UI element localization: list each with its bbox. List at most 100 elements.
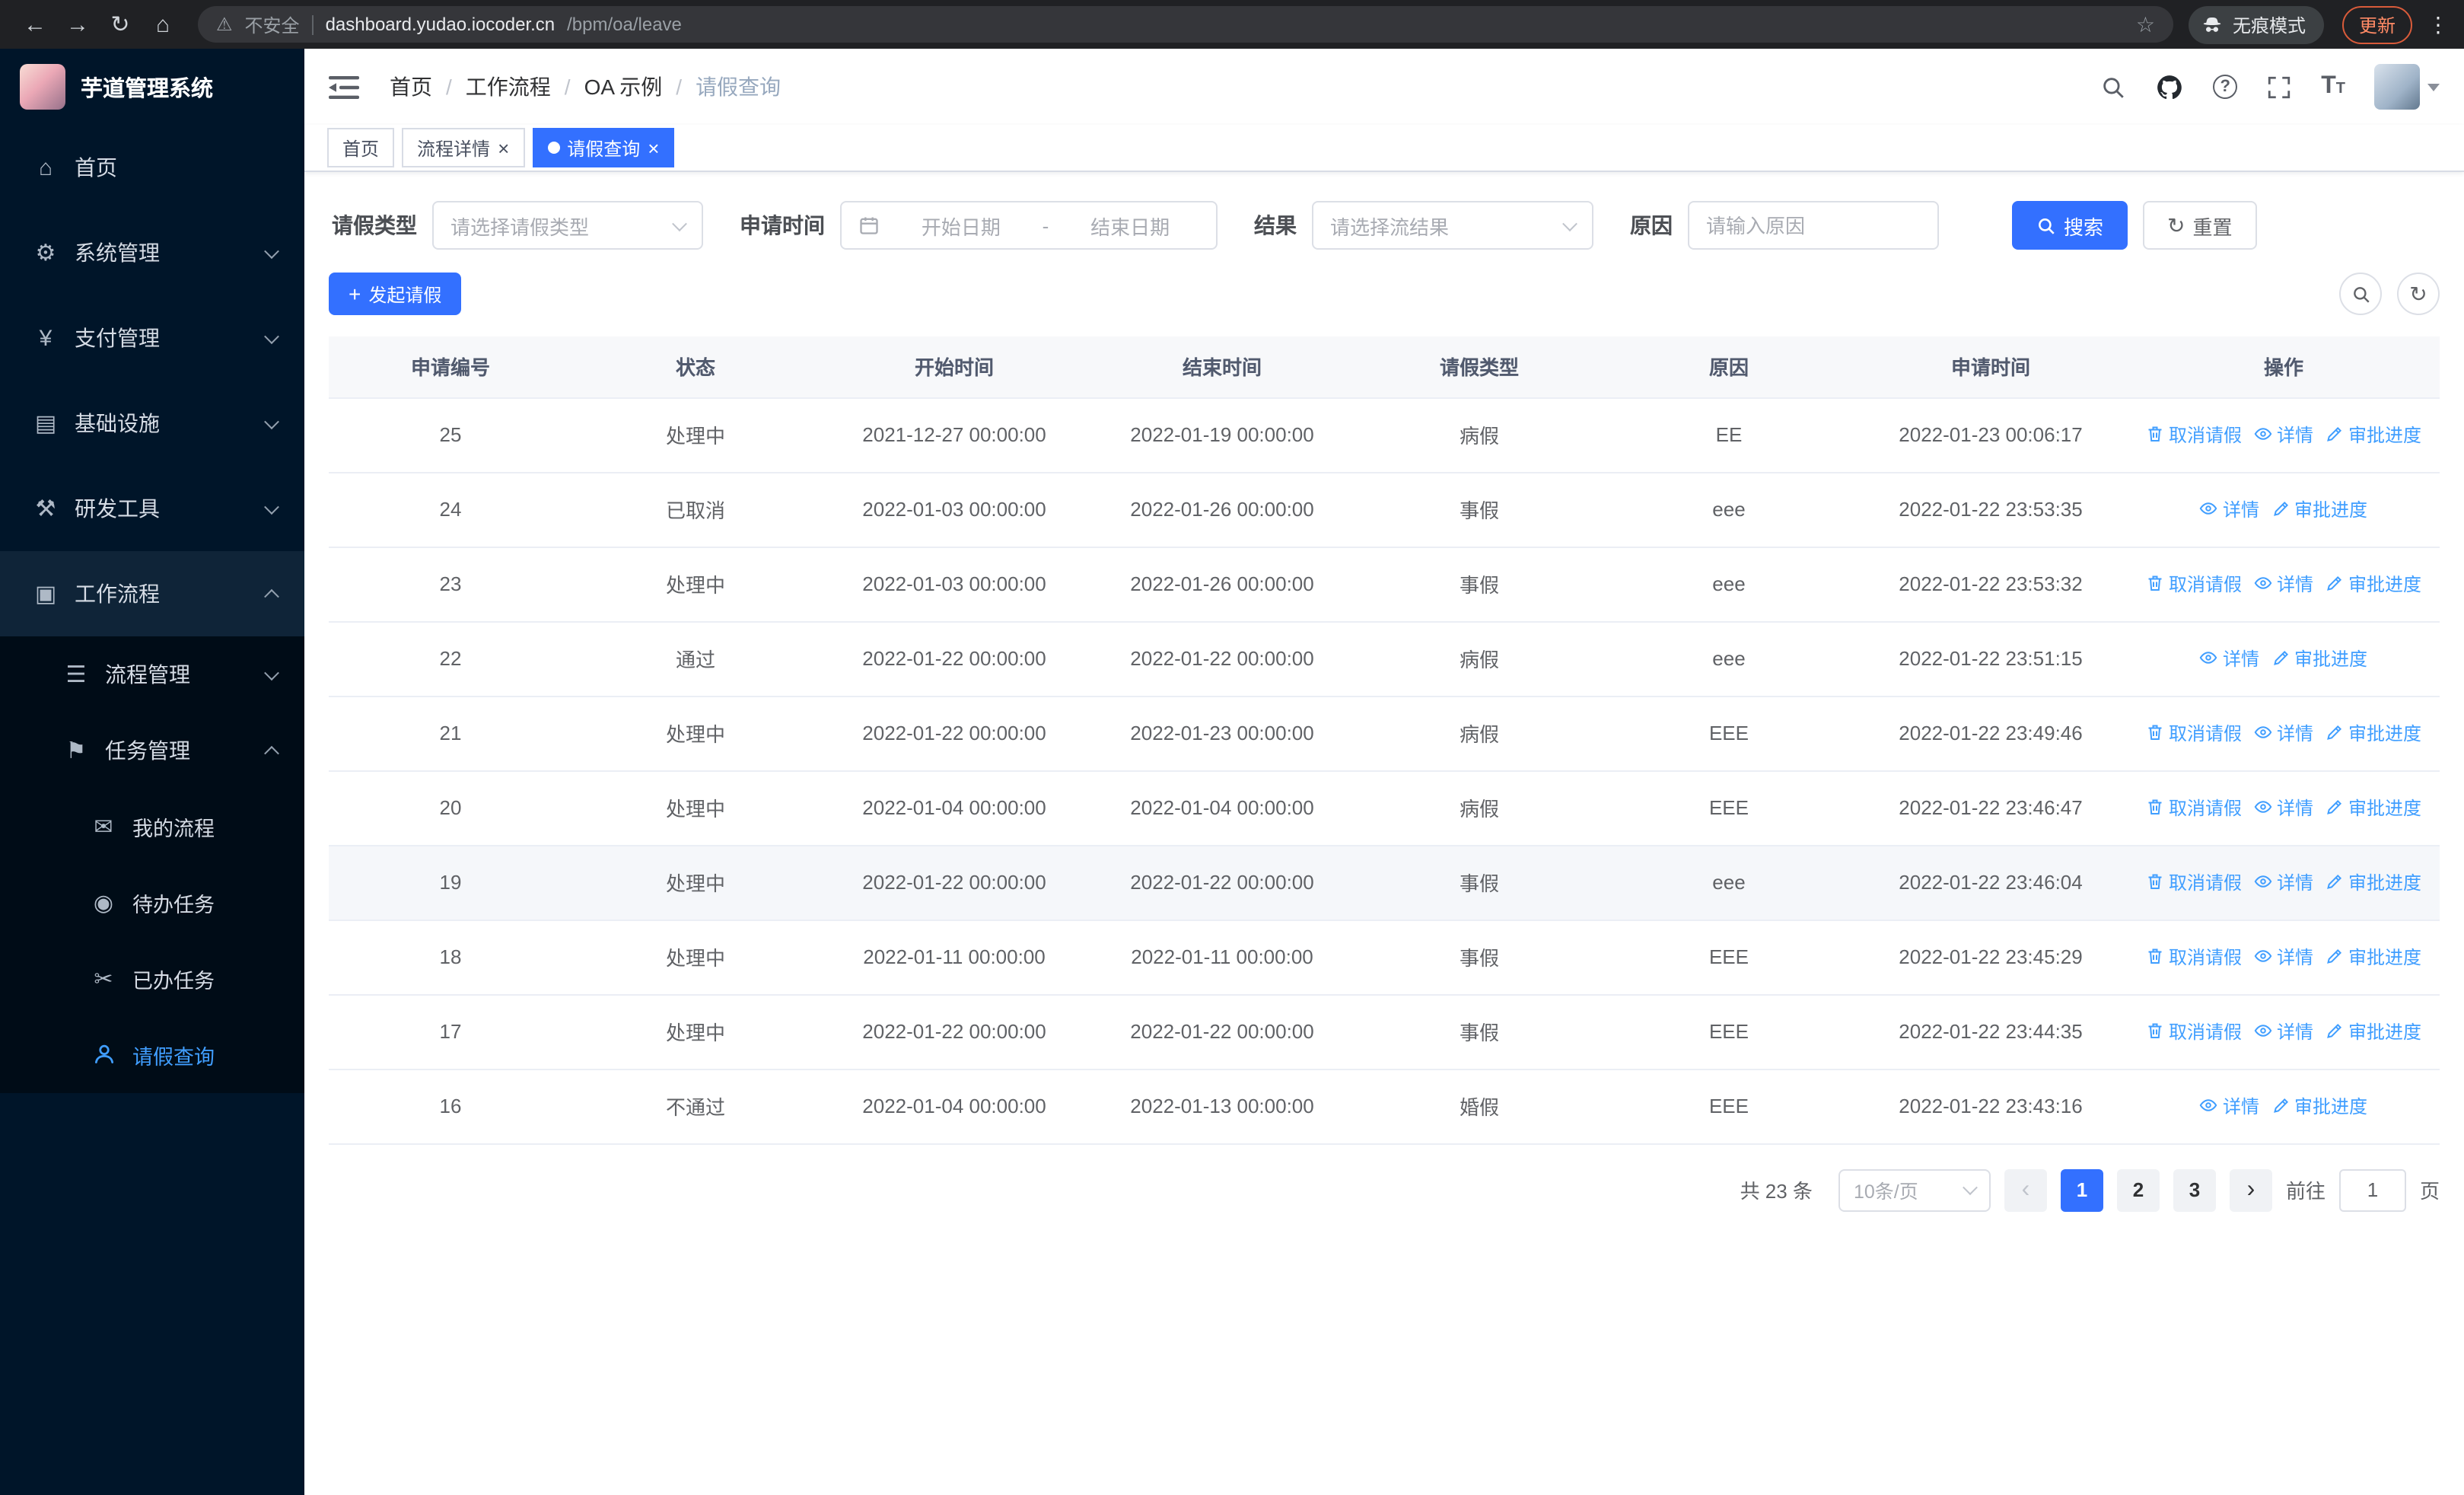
tab-item[interactable]: 首页 bbox=[327, 128, 395, 167]
address-bar[interactable]: ⚠ 不安全 dashboard.yudao.iocoder.cn/bpm/oa/… bbox=[198, 6, 2173, 43]
progress-action-link[interactable]: 审批进度 bbox=[2326, 422, 2421, 448]
browser-update-button[interactable]: 更新 bbox=[2341, 5, 2412, 43]
search-button[interactable]: 搜索 bbox=[2012, 201, 2128, 250]
sidebar-item[interactable]: ⚑ 任务管理 bbox=[0, 712, 304, 789]
url-host: dashboard.yudao.iocoder.cn bbox=[325, 14, 556, 35]
reset-button[interactable]: ↻ 重置 bbox=[2143, 201, 2257, 250]
sidebar-item[interactable]: ⌂ 首页 bbox=[0, 125, 304, 210]
progress-action-link[interactable]: 审批进度 bbox=[2271, 496, 2367, 522]
detail-action-link[interactable]: 详情 bbox=[2200, 1093, 2259, 1119]
logo[interactable]: 芋道管理系统 bbox=[0, 49, 304, 125]
sidebar-item[interactable]: ✉ 我的流程 bbox=[0, 789, 304, 865]
cell-start: 2021-12-27 00:00:00 bbox=[819, 397, 1090, 473]
detail-action-link[interactable]: 详情 bbox=[2254, 571, 2313, 597]
cell-actions: 取消请假 详情 审批进度 bbox=[2128, 920, 2440, 995]
breadcrumb-item[interactable]: 工作流程 bbox=[466, 72, 551, 102]
cancel-action-link[interactable]: 取消请假 bbox=[2146, 571, 2242, 597]
chevron-down-icon bbox=[264, 413, 279, 429]
help-icon[interactable]: ? bbox=[2213, 75, 2238, 99]
page-button-2[interactable]: 2 bbox=[2116, 1168, 2160, 1211]
search-icon[interactable] bbox=[2100, 74, 2126, 100]
cell-status: 处理中 bbox=[572, 696, 819, 771]
sidebar-collapse-icon[interactable] bbox=[329, 74, 359, 100]
tab-item[interactable]: 流程详情 × bbox=[402, 128, 525, 167]
browser-home-icon[interactable]: ⌂ bbox=[143, 5, 183, 44]
progress-action-link[interactable]: 审批进度 bbox=[2326, 944, 2421, 970]
sidebar-item[interactable]: ◉ 待办任务 bbox=[0, 865, 304, 941]
cancel-action-link[interactable]: 取消请假 bbox=[2146, 720, 2242, 746]
cell-type: 事假 bbox=[1355, 920, 1604, 995]
tab-item[interactable]: 请假查询 × bbox=[532, 128, 675, 167]
leave-type-select[interactable]: 请选择请假类型 bbox=[432, 201, 703, 250]
bookmark-star-icon[interactable]: ☆ bbox=[2136, 11, 2155, 37]
goto-suffix: 页 bbox=[2419, 1180, 2440, 1203]
detail-action-link[interactable]: 详情 bbox=[2254, 869, 2313, 895]
detail-action-link[interactable]: 详情 bbox=[2200, 645, 2259, 671]
tab-close-icon[interactable]: × bbox=[498, 138, 509, 158]
table-row: 20 处理中 2022-01-04 00:00:00 2022-01-04 00:00… bbox=[329, 770, 2440, 846]
progress-action-link[interactable]: 审批进度 bbox=[2326, 571, 2421, 597]
create-leave-button[interactable]: + 发起请假 bbox=[329, 273, 462, 315]
fullscreen-icon[interactable] bbox=[2266, 74, 2292, 100]
detail-action-link[interactable]: 详情 bbox=[2254, 944, 2313, 970]
progress-action-link[interactable]: 审批进度 bbox=[2326, 795, 2421, 821]
progress-action-link[interactable]: 审批进度 bbox=[2271, 1093, 2367, 1119]
detail-action-link[interactable]: 详情 bbox=[2254, 422, 2313, 448]
reason-input[interactable] bbox=[1688, 201, 1939, 250]
app-shell: 芋道管理系统 ⌂ 首页 ⚙ 系统管理 ¥ 支付管理 ▤ 基础设施 ⚒ 研发工具 ▣ 工作流程 ☰ 流程管理… bbox=[0, 49, 2464, 1495]
detail-action-link[interactable]: 详情 bbox=[2254, 720, 2313, 746]
tab-close-icon[interactable]: × bbox=[648, 138, 659, 158]
result-select[interactable]: 请选择流结果 bbox=[1312, 201, 1593, 250]
sidebar-item[interactable]: 请假查询 bbox=[0, 1017, 304, 1093]
page-size-select[interactable]: 10条/页 bbox=[1838, 1168, 1991, 1211]
goto-page-input[interactable] bbox=[2338, 1168, 2406, 1211]
progress-action-link[interactable]: 审批进度 bbox=[2326, 869, 2421, 895]
cancel-action-link[interactable]: 取消请假 bbox=[2146, 422, 2242, 448]
sidebar-item[interactable]: ▣ 工作流程 bbox=[0, 551, 304, 636]
sidebar-item[interactable]: ⚙ 系统管理 bbox=[0, 210, 304, 295]
refresh-table-button[interactable]: ↻ bbox=[2397, 273, 2440, 315]
cell-apply_time: 2022-01-22 23:45:29 bbox=[1854, 920, 2128, 995]
font-size-icon[interactable]: TT bbox=[2321, 74, 2345, 99]
page-button-3[interactable]: 3 bbox=[2173, 1168, 2216, 1211]
next-page-button[interactable]: › bbox=[2229, 1168, 2272, 1211]
cancel-action-link[interactable]: 取消请假 bbox=[2146, 795, 2242, 821]
top-navbar: 首页 / 工作流程 / OA 示例 / 请假查询 ? TT bbox=[304, 49, 2464, 125]
sidebar-item[interactable]: ¥ 支付管理 bbox=[0, 295, 304, 381]
cell-apply_time: 2022-01-22 23:53:32 bbox=[1854, 547, 2128, 622]
sidebar-item[interactable]: ⚒ 研发工具 bbox=[0, 466, 304, 551]
browser-refresh-icon[interactable]: ↻ bbox=[100, 5, 140, 44]
detail-action-link[interactable]: 详情 bbox=[2200, 496, 2259, 522]
user-menu[interactable] bbox=[2374, 64, 2440, 110]
cell-reason: EEE bbox=[1604, 920, 1854, 995]
breadcrumb-item[interactable]: 首页 bbox=[390, 72, 432, 102]
cancel-action-link[interactable]: 取消请假 bbox=[2146, 869, 2242, 895]
sidebar-item[interactable]: ✂ 已办任务 bbox=[0, 941, 304, 1017]
detail-action-link[interactable]: 详情 bbox=[2254, 1018, 2313, 1044]
detail-action-label: 详情 bbox=[2276, 872, 2313, 894]
breadcrumb-item[interactable]: OA 示例 bbox=[584, 72, 663, 102]
progress-action-link[interactable]: 审批进度 bbox=[2271, 645, 2367, 671]
browser-forward-icon[interactable]: → bbox=[58, 5, 97, 44]
detail-action-link[interactable]: 详情 bbox=[2254, 795, 2313, 821]
progress-action-link[interactable]: 审批进度 bbox=[2326, 1018, 2421, 1044]
browser-menu-icon[interactable]: ⋮ bbox=[2427, 11, 2449, 37]
cancel-action-link[interactable]: 取消请假 bbox=[2146, 944, 2242, 970]
github-icon[interactable] bbox=[2155, 72, 2184, 101]
user-icon bbox=[88, 1042, 119, 1068]
sidebar-item[interactable]: ☰ 流程管理 bbox=[0, 636, 304, 712]
prev-page-button[interactable]: ‹ bbox=[2004, 1168, 2047, 1211]
end-date-placeholder: 结束日期 bbox=[1090, 215, 1170, 238]
page-button-1[interactable]: 1 bbox=[2060, 1168, 2103, 1211]
progress-action-link[interactable]: 审批进度 bbox=[2326, 720, 2421, 746]
progress-action-label: 审批进度 bbox=[2348, 946, 2422, 968]
cancel-action-link[interactable]: 取消请假 bbox=[2146, 1018, 2242, 1044]
incognito-badge[interactable]: 无痕模式 bbox=[2188, 5, 2324, 43]
toggle-search-button[interactable] bbox=[2339, 273, 2382, 315]
browser-back-icon[interactable]: ← bbox=[15, 5, 55, 44]
chevron-down-icon bbox=[264, 243, 279, 259]
sidebar-item[interactable]: ▤ 基础设施 bbox=[0, 381, 304, 466]
cancel-action-label: 取消请假 bbox=[2168, 797, 2242, 819]
cell-id: 19 bbox=[329, 845, 572, 920]
apply-time-range-picker[interactable]: 开始日期 - 结束日期 bbox=[840, 201, 1218, 250]
